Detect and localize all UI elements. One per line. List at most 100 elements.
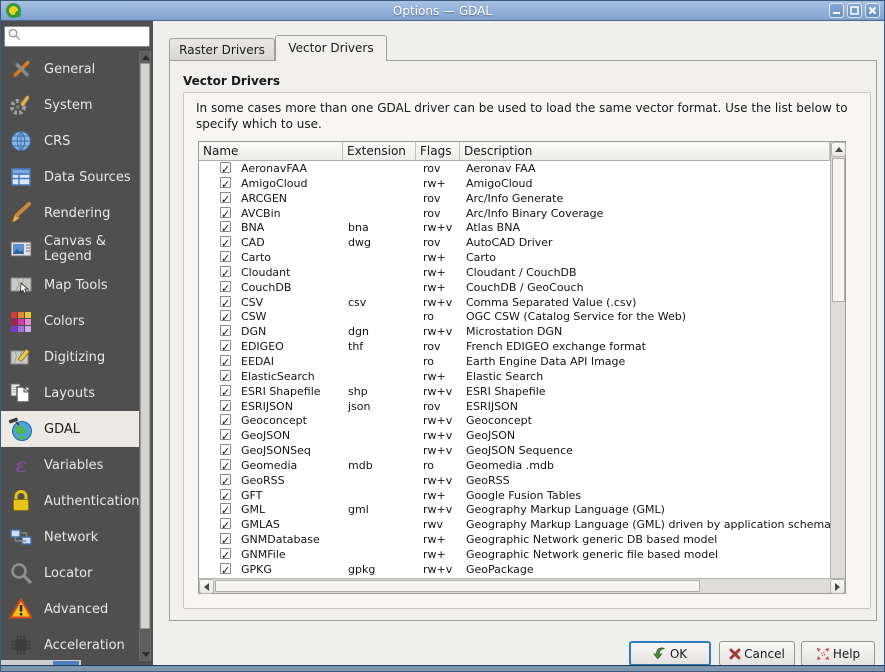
driver-checkbox[interactable]: ✓ (220, 251, 231, 262)
sidebar-item-variables[interactable]: εVariables (1, 447, 139, 483)
driver-checkbox[interactable]: ✓ (220, 236, 231, 247)
tab-vector-drivers[interactable]: Vector Drivers (275, 35, 387, 61)
sidebar-item-system[interactable]: System (1, 87, 139, 123)
driver-row-avcbin[interactable]: ✓AVCBinrovArc/Info Binary Coverage (199, 207, 830, 222)
driver-checkbox[interactable]: ✓ (220, 162, 231, 173)
search-input[interactable] (4, 26, 150, 47)
sidebar-scrollbar[interactable] (139, 51, 151, 661)
driver-row-geomedia[interactable]: ✓GeomediamdbroGeomedia .mdb (199, 459, 830, 474)
scroll-left-icon[interactable] (199, 579, 214, 594)
column-header-description[interactable]: Description (460, 142, 830, 161)
driver-checkbox[interactable]: ✓ (220, 503, 231, 514)
help-button[interactable]: Help (801, 641, 875, 666)
close-button[interactable] (865, 3, 880, 18)
column-header-flags[interactable]: Flags (416, 142, 460, 161)
scroll-right-icon[interactable] (830, 579, 845, 594)
driver-checkbox[interactable]: ✓ (220, 177, 231, 188)
minimize-button[interactable] (829, 3, 844, 18)
driver-row-geoconcept[interactable]: ✓Geoconceptrw+vGeoconcept (199, 414, 830, 429)
driver-checkbox[interactable]: ✓ (220, 459, 231, 470)
driver-checkbox[interactable]: ✓ (220, 429, 231, 440)
sidebar-item-map-tools[interactable]: Map Tools (1, 267, 139, 303)
driver-row-gft[interactable]: ✓GFTrw+Google Fusion Tables (199, 489, 830, 504)
scroll-up-icon[interactable] (831, 142, 846, 157)
sidebar-item-rendering[interactable]: Rendering (1, 195, 139, 231)
scroll-down-icon[interactable] (142, 652, 150, 657)
driver-checkbox[interactable]: ✓ (220, 325, 231, 336)
sidebar-item-authentication[interactable]: Authentication (1, 483, 139, 519)
driver-row-amigocloud[interactable]: ✓AmigoCloudrw+AmigoCloud (199, 177, 830, 192)
sidebar-item-canvas-legend[interactable]: Canvas & Legend (1, 231, 139, 267)
driver-row-geojson[interactable]: ✓GeoJSONrw+vGeoJSON (199, 429, 830, 444)
driver-row-csv[interactable]: ✓CSVcsvrw+vComma Separated Value (.csv) (199, 296, 830, 311)
driver-row-gmlas[interactable]: ✓GMLASrwvGeography Markup Language (GML)… (199, 518, 830, 533)
sidebar-item-network[interactable]: Network (1, 519, 139, 555)
tab-raster-drivers[interactable]: Raster Drivers (169, 38, 275, 61)
driver-checkbox[interactable]: ✓ (220, 296, 231, 307)
table-vscroll-thumb[interactable] (832, 158, 845, 302)
sidebar-item-label: Network (44, 530, 98, 545)
driver-checkbox[interactable]: ✓ (220, 370, 231, 381)
driver-row-georss[interactable]: ✓GeoRSSrw+vGeoRSS (199, 474, 830, 489)
driver-row-eedai[interactable]: ✓EEDAIroEarth Engine Data API Image (199, 355, 830, 370)
driver-row-gml[interactable]: ✓GMLgmlrw+vGeography Markup Language (GM… (199, 503, 830, 518)
cancel-button[interactable]: Cancel (719, 641, 795, 666)
driver-row-edigeo[interactable]: ✓EDIGEOthfrovFrench EDIGEO exchange form… (199, 340, 830, 355)
driver-checkbox[interactable]: ✓ (220, 444, 231, 455)
driver-row-gpkg[interactable]: ✓GPKGgpkgrw+vGeoPackage (199, 563, 830, 578)
driver-row-dgn[interactable]: ✓DGNdgnrw+vMicrostation DGN (199, 325, 830, 340)
sidebar-item-digitizing[interactable]: Digitizing (1, 339, 139, 375)
sidebar-item-crs[interactable]: CRS (1, 123, 139, 159)
driver-checkbox[interactable]: ✓ (220, 281, 231, 292)
driver-row-bna[interactable]: ✓BNAbnarw+vAtlas BNA (199, 221, 830, 236)
table-hscroll-thumb[interactable] (215, 580, 700, 592)
driver-row-geojsonseq[interactable]: ✓GeoJSONSeqrw+vGeoJSON Sequence (199, 444, 830, 459)
sidebar-item-advanced[interactable]: Advanced (1, 591, 139, 627)
driver-checkbox[interactable]: ✓ (220, 548, 231, 559)
table-hscrollbar[interactable] (199, 578, 845, 593)
driver-checkbox[interactable]: ✓ (220, 400, 231, 411)
titlebar[interactable]: Options — GDAL (1, 1, 884, 21)
table-vscrollbar[interactable] (830, 142, 845, 578)
driver-row-esri-shapefile[interactable]: ✓ESRI Shapefileshprw+vESRI Shapefile (199, 385, 830, 400)
column-header-name[interactable]: Name (199, 142, 343, 161)
sidebar-item-acceleration[interactable]: Acceleration (1, 627, 139, 663)
driver-row-gnmfile[interactable]: ✓GNMFilerw+Geographic Network generic fi… (199, 548, 830, 563)
sidebar-item-data-sources[interactable]: Data Sources (1, 159, 139, 195)
ok-button[interactable]: OK (629, 641, 711, 666)
sidebar-item-general[interactable]: General (1, 51, 139, 87)
driver-checkbox[interactable]: ✓ (220, 340, 231, 351)
driver-checkbox[interactable]: ✓ (220, 474, 231, 485)
driver-row-esrijson[interactable]: ✓ESRIJSONjsonrovESRIJSON (199, 400, 830, 415)
driver-checkbox[interactable]: ✓ (220, 355, 231, 366)
column-header-extension[interactable]: Extension (343, 142, 416, 161)
sidebar-item-locator[interactable]: Locator (1, 555, 139, 591)
driver-row-carto[interactable]: ✓Cartorw+Carto (199, 251, 830, 266)
sidebar-item-colors[interactable]: Colors (1, 303, 139, 339)
scroll-up-icon[interactable] (142, 55, 150, 60)
driver-row-cad[interactable]: ✓CADdwgrovAutoCAD Driver (199, 236, 830, 251)
sidebar-item-layouts[interactable]: Layouts (1, 375, 139, 411)
driver-row-arcgen[interactable]: ✓ARCGENrovArc/Info Generate (199, 192, 830, 207)
driver-checkbox[interactable]: ✓ (220, 192, 231, 203)
driver-row-cloudant[interactable]: ✓Cloudantrw+Cloudant / CouchDB (199, 266, 830, 281)
driver-row-gnmdatabase[interactable]: ✓GNMDatabaserw+Geographic Network generi… (199, 533, 830, 548)
maximize-button[interactable] (847, 3, 862, 18)
driver-checkbox[interactable]: ✓ (220, 533, 231, 544)
sidebar-item-gdal[interactable]: GDAL (1, 411, 139, 447)
driver-checkbox[interactable]: ✓ (220, 207, 231, 218)
window-bottom-edge[interactable] (1, 665, 884, 671)
driver-checkbox[interactable]: ✓ (220, 489, 231, 500)
driver-checkbox[interactable]: ✓ (220, 414, 231, 425)
driver-row-csw[interactable]: ✓CSWroOGC CSW (Catalog Service for the W… (199, 310, 830, 325)
driver-checkbox[interactable]: ✓ (220, 385, 231, 396)
driver-row-aeronavfaa[interactable]: ✓AeronavFAArovAeronav FAA (199, 162, 830, 177)
sidebar-scroll-thumb[interactable] (140, 63, 150, 629)
driver-row-elasticsearch[interactable]: ✓ElasticSearchrw+Elastic Search (199, 370, 830, 385)
driver-checkbox[interactable]: ✓ (220, 518, 231, 529)
driver-checkbox[interactable]: ✓ (220, 310, 231, 321)
driver-checkbox[interactable]: ✓ (220, 563, 231, 574)
driver-row-couchdb[interactable]: ✓CouchDBrw+CouchDB / GeoCouch (199, 281, 830, 296)
driver-checkbox[interactable]: ✓ (220, 221, 231, 232)
driver-checkbox[interactable]: ✓ (220, 266, 231, 277)
